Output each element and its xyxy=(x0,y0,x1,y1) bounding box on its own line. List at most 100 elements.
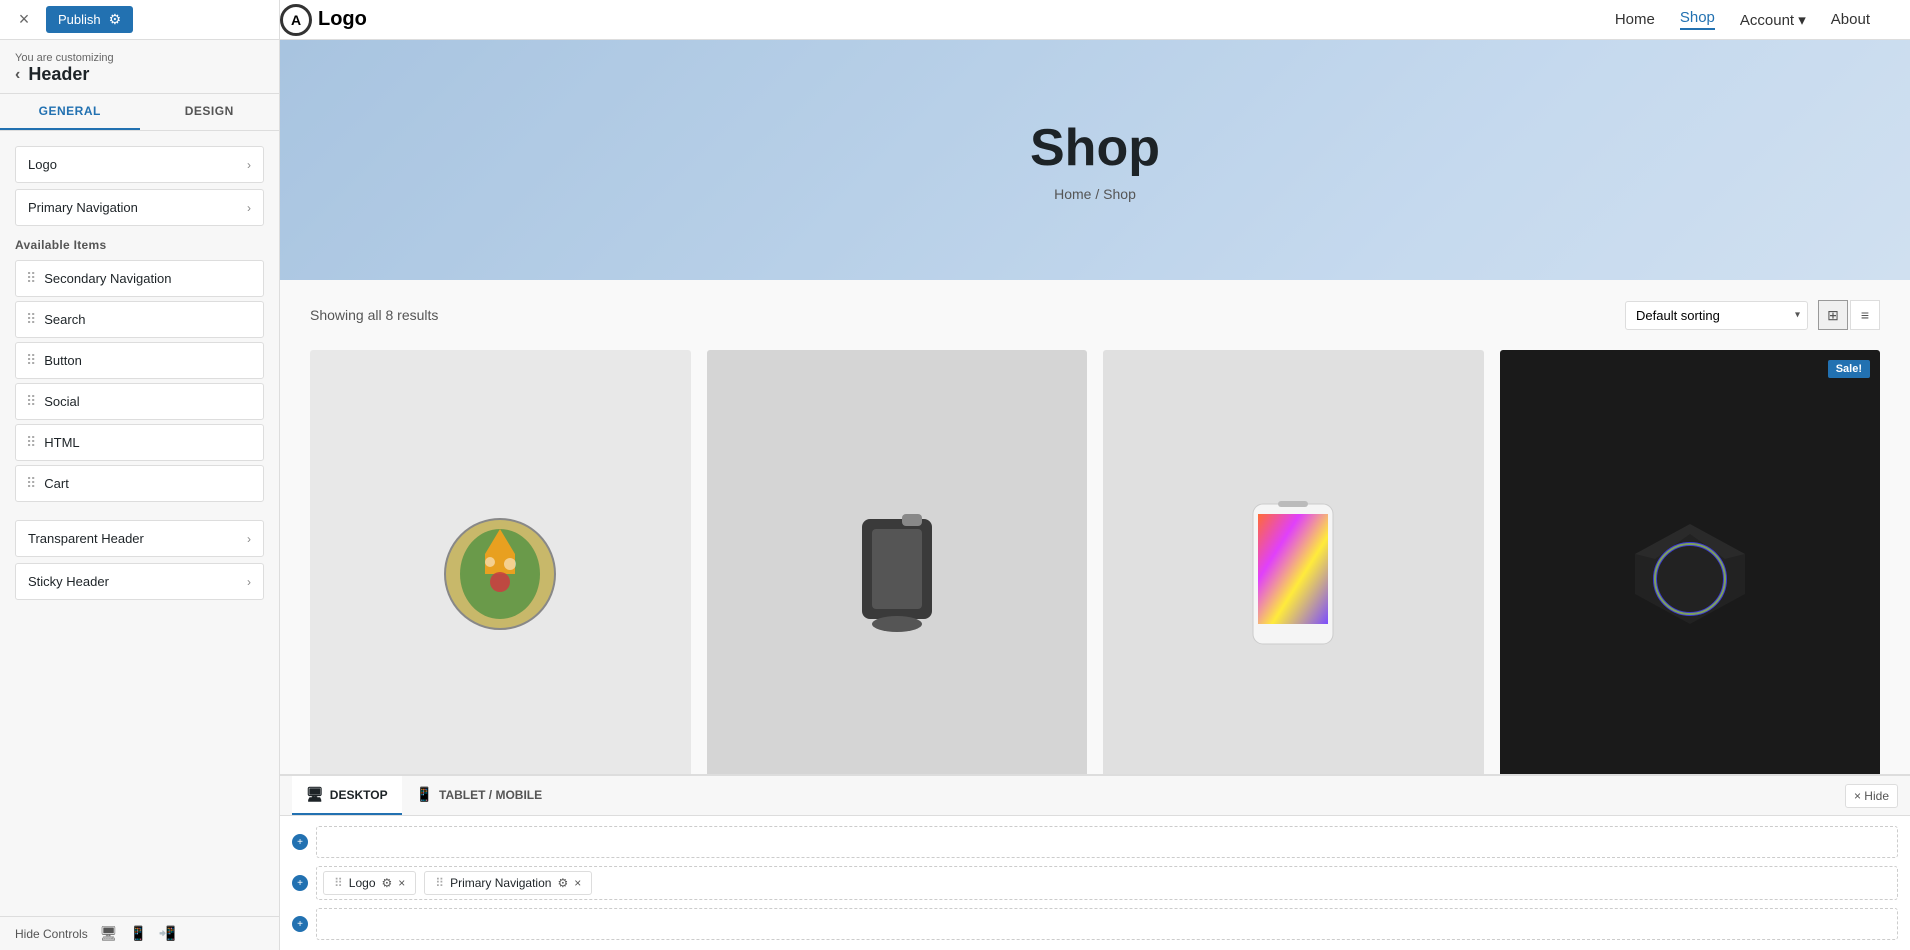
sort-select[interactable]: Default sorting Sort by popularity Sort … xyxy=(1625,301,1808,330)
drag-item-button[interactable]: ⠿ Button xyxy=(15,342,264,379)
drag-item-label: Search xyxy=(44,312,85,327)
product-card-2[interactable] xyxy=(707,350,1088,774)
logo-text: Logo xyxy=(318,8,367,31)
product-image-1 xyxy=(310,350,691,774)
settings-row-sticky-header[interactable]: Sticky Header › xyxy=(15,563,264,600)
customizing-title: ‹ Header xyxy=(15,64,264,85)
tab-design[interactable]: DESIGN xyxy=(140,94,280,130)
monitor-icon[interactable]: 🖥 xyxy=(100,925,118,942)
nav-link-home[interactable]: Home xyxy=(1615,11,1655,28)
sidebar-tabs: GENERAL DESIGN xyxy=(0,94,279,131)
pill-logo-label: Logo xyxy=(349,876,376,890)
nav-link-account[interactable]: Account ▾ xyxy=(1740,11,1806,29)
back-arrow-icon[interactable]: ‹ xyxy=(15,66,20,84)
drag-item-search[interactable]: ⠿ Search xyxy=(15,301,264,338)
drag-item-label: Social xyxy=(44,394,79,409)
site-header: A Logo Home Shop Account ▾ About xyxy=(280,0,1910,39)
hero-banner: Shop Home / Shop xyxy=(280,40,1910,280)
pill-gear-icon[interactable]: ⚙ xyxy=(382,876,393,890)
pill-close-icon[interactable]: × xyxy=(574,876,581,890)
pill-nav-label: Primary Navigation xyxy=(450,876,551,890)
tablet-icon[interactable]: 📱 xyxy=(129,925,146,942)
pill-drag-icon: ⠿ xyxy=(334,876,343,890)
product-card-4[interactable]: Sale! xyxy=(1500,350,1881,774)
builder-item-primary-nav[interactable]: ⠿ Primary Navigation ⚙ × xyxy=(424,871,592,895)
main-nav-links: Home Shop Account ▾ About xyxy=(1615,9,1910,30)
nav-link-about[interactable]: About xyxy=(1831,11,1870,28)
available-items-section: Available Items ⠿ Secondary Navigation ⠿… xyxy=(15,238,264,502)
drag-item-social[interactable]: ⠿ Social xyxy=(15,383,264,420)
customizing-target: Header xyxy=(28,64,89,85)
settings-row-transparent-header[interactable]: Transparent Header › xyxy=(15,520,264,557)
transparent-header-label: Transparent Header xyxy=(28,531,144,546)
toolbar-right: Default sorting Sort by popularity Sort … xyxy=(1625,300,1880,330)
drag-item-html[interactable]: ⠿ HTML xyxy=(15,424,264,461)
main-layout: You are customizing ‹ Header GENERAL DES… xyxy=(0,40,1910,950)
product-card-3[interactable] xyxy=(1103,350,1484,774)
top-bar-left: × Publish ⚙ xyxy=(0,0,280,39)
sticky-header-label: Sticky Header xyxy=(28,574,109,589)
shop-area: Showing all 8 results Default sorting So… xyxy=(280,280,1910,774)
drag-item-secondary-nav[interactable]: ⠿ Secondary Navigation xyxy=(15,260,264,297)
pill-close-icon[interactable]: × xyxy=(398,876,405,890)
view-toggle: ⊞ ≡ xyxy=(1818,300,1880,330)
gear-icon[interactable]: ⚙ xyxy=(109,11,122,28)
list-view-button[interactable]: ≡ xyxy=(1850,300,1880,330)
settings-row-logo[interactable]: Logo › xyxy=(15,146,264,183)
tab-desktop-label: DESKTOP xyxy=(330,788,388,802)
grid-view-button[interactable]: ⊞ xyxy=(1818,300,1848,330)
builder-rows: + + ⠿ Logo ⚙ × ⠿ P xyxy=(280,816,1910,950)
builder-row-items-2: ⠿ Logo ⚙ × ⠿ Primary Navigation ⚙ × xyxy=(316,866,1898,900)
chevron-right-icon: › xyxy=(247,158,251,172)
sidebar-content: Logo › Primary Navigation › Available It… xyxy=(0,131,279,916)
drag-handle-icon: ⠿ xyxy=(26,475,36,492)
content-area: Shop Home / Shop Showing all 8 results D… xyxy=(280,40,1910,950)
tab-general[interactable]: GENERAL xyxy=(0,94,140,130)
top-bar: × Publish ⚙ A Logo Home Shop Account ▾ A… xyxy=(0,0,1910,40)
mobile-icon[interactable]: 📲 xyxy=(159,925,176,942)
drag-item-cart[interactable]: ⠿ Cart xyxy=(15,465,264,502)
sidebar-header: You are customizing ‹ Header xyxy=(0,40,279,94)
breadcrumb-sep: / xyxy=(1091,186,1103,202)
tab-desktop[interactable]: 🖥 DESKTOP xyxy=(292,776,402,815)
nav-link-shop[interactable]: Shop xyxy=(1680,9,1715,30)
hide-button[interactable]: × Hide xyxy=(1845,784,1898,808)
drag-handle-icon: ⠿ xyxy=(26,311,36,328)
drag-item-label: HTML xyxy=(44,435,79,450)
row-handle-2[interactable]: + xyxy=(292,875,308,891)
customizing-label: You are customizing xyxy=(15,52,264,64)
drag-item-label: Button xyxy=(44,353,82,368)
drag-handle-icon: ⠿ xyxy=(26,270,36,287)
settings-row-primary-nav[interactable]: Primary Navigation › xyxy=(15,189,264,226)
product-image-2 xyxy=(707,350,1088,774)
pill-gear-icon[interactable]: ⚙ xyxy=(557,876,568,890)
publish-button[interactable]: Publish ⚙ xyxy=(46,6,133,33)
pill-drag-icon: ⠿ xyxy=(435,876,444,890)
tab-tablet-mobile[interactable]: 📱 TABLET / MOBILE xyxy=(402,776,557,815)
products-grid: Sale! xyxy=(310,350,1880,774)
builder-row-items-1 xyxy=(316,826,1898,858)
available-items-title: Available Items xyxy=(15,238,264,252)
builder-row-main: + ⠿ Logo ⚙ × ⠿ Primary Navigation ⚙ × xyxy=(292,862,1898,904)
breadcrumb-home-link[interactable]: Home xyxy=(1054,186,1091,202)
hide-controls-label: Hide Controls xyxy=(15,927,88,941)
drag-item-label: Cart xyxy=(44,476,69,491)
logo-settings-label: Logo xyxy=(28,157,57,172)
hide-controls-bar: Hide Controls 🖥 📱 📲 xyxy=(0,916,279,950)
builder-row-empty: + xyxy=(292,822,1898,862)
shop-toolbar: Showing all 8 results Default sorting So… xyxy=(310,300,1880,330)
product-card-1[interactable] xyxy=(310,350,691,774)
chevron-right-icon: › xyxy=(247,201,251,215)
row-handle-1[interactable]: + xyxy=(292,834,308,850)
close-button[interactable]: × xyxy=(10,6,38,34)
bottom-panel: 🖥 DESKTOP 📱 TABLET / MOBILE × Hide + + xyxy=(280,774,1910,950)
primary-nav-settings-label: Primary Navigation xyxy=(28,200,138,215)
row-handle-3[interactable]: + xyxy=(292,916,308,932)
drag-handle-icon: ⠿ xyxy=(26,393,36,410)
tablet-mobile-icon: 📱 xyxy=(416,786,433,803)
product-image-3 xyxy=(1103,350,1484,774)
bottom-panel-tabs: 🖥 DESKTOP 📱 TABLET / MOBILE × Hide xyxy=(280,776,1910,816)
publish-label: Publish xyxy=(58,12,101,27)
builder-item-logo[interactable]: ⠿ Logo ⚙ × xyxy=(323,871,416,895)
builder-row-items-3 xyxy=(316,908,1898,940)
